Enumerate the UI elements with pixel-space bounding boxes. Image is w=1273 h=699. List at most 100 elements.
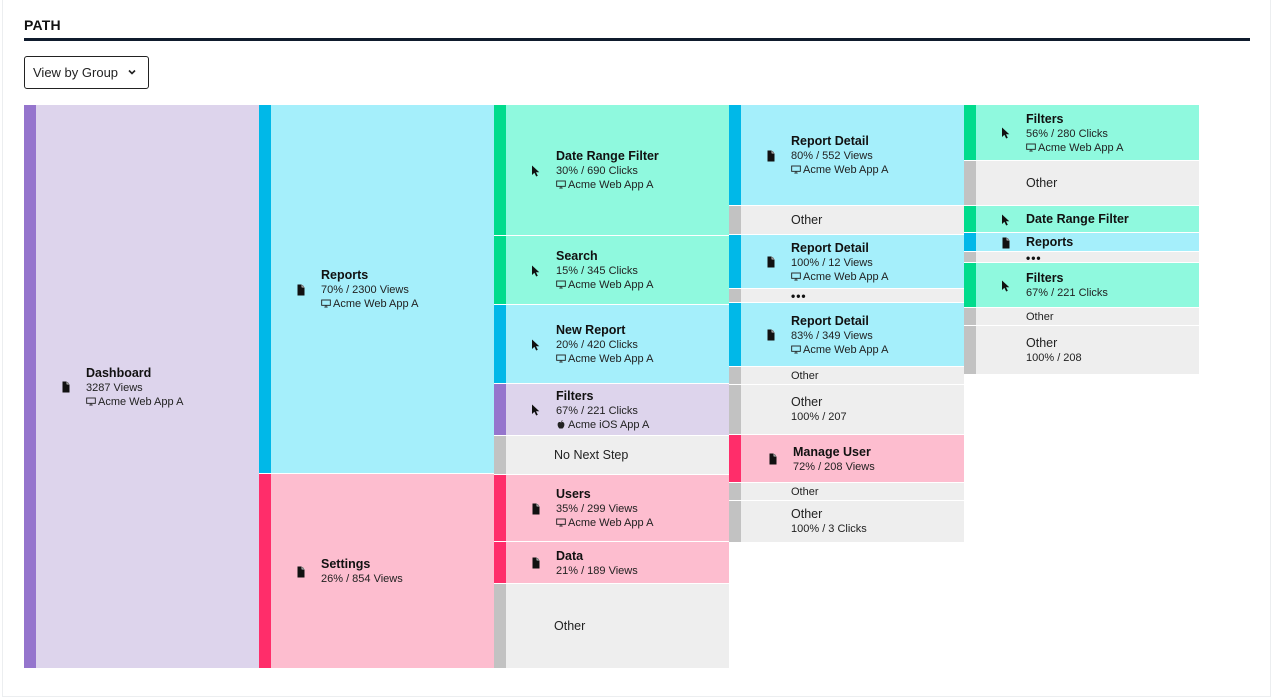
color-bar — [494, 542, 506, 583]
document-icon — [767, 452, 779, 465]
path-step-report-detail[interactable]: Report Detail 83% / 349 Views Acme Web App… — [729, 303, 964, 367]
node-stat: 67% / 221 Clicks — [556, 405, 638, 417]
node-app: Acme Web App A — [321, 297, 418, 311]
path-node-no-next-step[interactable]: No Next Step — [494, 436, 729, 475]
path-step-reports[interactable]: Reports 70% / 2300 Views Acme Web App A — [259, 105, 494, 474]
path-node-other[interactable]: Other — [964, 308, 1199, 326]
color-bar — [729, 206, 741, 234]
node-label: Other — [1026, 311, 1054, 323]
path-node-other[interactable]: Other — [729, 483, 964, 501]
node-stat: 70% / 2300 Views — [321, 284, 409, 296]
node-content: Users 35% / 299 Views Acme Web App A — [556, 487, 653, 530]
node-label: Settings — [321, 557, 371, 571]
path-node-other[interactable]: Other 100% / 3 Clicks — [729, 501, 964, 543]
app-name: Acme Web App A — [568, 179, 654, 191]
node-content: Date Range Filter — [1026, 212, 1129, 227]
node-content: Settings 26% / 854 Views — [321, 557, 403, 586]
color-bar — [964, 105, 976, 160]
node-label: Report Detail — [791, 241, 869, 255]
cursor-icon — [1002, 127, 1010, 139]
path-step-report-detail[interactable]: Report Detail 100% / 12 Views Acme Web App… — [729, 235, 964, 289]
cursor-icon — [530, 264, 542, 277]
cursor-icon — [1002, 214, 1010, 226]
path-node-other[interactable]: Other — [729, 367, 964, 385]
node-content: Reports — [1026, 235, 1073, 250]
path-node-more[interactable]: ••• — [729, 289, 964, 303]
cursor-icon — [1000, 279, 1012, 292]
cursor-icon — [1002, 280, 1010, 292]
more-indicator: ••• — [791, 289, 807, 303]
path-step-users[interactable]: Users 35% / 299 Views Acme Web App A — [494, 475, 729, 542]
color-bar — [494, 475, 506, 541]
node-stat: 20% / 420 Clicks — [556, 339, 638, 351]
node-app: Acme Web App A — [791, 270, 888, 284]
path-node-other[interactable]: Other — [494, 584, 729, 669]
path-step-data[interactable]: Data 21% / 189 Views — [494, 542, 729, 584]
color-bar — [729, 367, 741, 384]
path-node-other[interactable]: Other — [964, 161, 1199, 206]
node-content: Data 21% / 189 Views — [556, 549, 638, 578]
node-label: Dashboard — [86, 366, 152, 380]
node-stat: 56% / 280 Clicks — [1026, 128, 1108, 140]
cursor-icon — [1000, 213, 1012, 226]
app-name: Acme iOS App A — [568, 419, 650, 431]
path-step-dashboard[interactable]: Dashboard 3287 Views Acme Web App A — [24, 105, 259, 669]
path-step-manage-user[interactable]: Manage User 72% / 208 Views — [729, 435, 964, 483]
document-icon — [297, 284, 305, 296]
view-by-label: View by Group — [33, 65, 119, 80]
node-content: Other — [791, 213, 822, 227]
document-icon — [60, 380, 72, 393]
node-label: Other — [554, 619, 586, 633]
node-label: Filters — [1026, 112, 1064, 126]
color-bar — [964, 252, 976, 262]
color-bar — [964, 233, 976, 251]
document-icon — [767, 329, 775, 341]
node-label: Other — [1026, 336, 1058, 350]
path-step-settings[interactable]: Settings 26% / 854 Views — [259, 474, 494, 669]
document-icon — [1000, 236, 1012, 249]
node-body — [976, 326, 1199, 374]
node-label: Data — [556, 549, 584, 563]
node-content: Other — [554, 619, 585, 633]
document-icon — [1002, 237, 1010, 249]
path-node-more[interactable]: ••• — [964, 252, 1199, 263]
document-icon — [765, 255, 777, 268]
path-step-filters[interactable]: Filters 56% / 280 Clicks Acme Web App A — [964, 105, 1199, 161]
document-icon — [532, 557, 540, 569]
node-stat: 72% / 208 Views — [793, 461, 875, 473]
color-bar — [729, 105, 741, 205]
desktop-icon — [556, 180, 566, 189]
node-body — [741, 289, 964, 302]
node-content: Other 100% / 208 — [1026, 336, 1082, 364]
path-step-date-range-filter[interactable]: Date Range Filter 30% / 690 Clicks Acme We… — [494, 105, 729, 236]
node-body — [976, 252, 1199, 262]
path-node-other[interactable]: Other 100% / 207 — [729, 385, 964, 435]
node-label: Other — [791, 370, 819, 382]
app-name: Acme Web App A — [1038, 142, 1124, 154]
color-bar — [259, 105, 271, 473]
node-app: Acme Web App A — [791, 343, 888, 357]
node-stat: 100% / 207 — [791, 411, 847, 423]
cursor-icon — [1000, 126, 1012, 139]
color-bar — [729, 435, 741, 482]
node-label: Reports — [1026, 235, 1074, 249]
app-name: Acme Web App A — [803, 164, 889, 176]
node-content: Filters 67% / 221 Clicks Acme iOS App A — [556, 389, 649, 432]
desktop-icon — [556, 518, 566, 527]
path-step-new-report[interactable]: New Report 20% / 420 Clicks Acme Web App A — [494, 305, 729, 384]
node-label: Date Range Filter — [1026, 212, 1129, 226]
color-bar — [24, 105, 36, 668]
desktop-icon — [556, 354, 566, 363]
path-step-filters[interactable]: Filters 67% / 221 Clicks — [964, 263, 1199, 308]
path-step-reports[interactable]: Reports — [964, 233, 1199, 252]
path-step-report-detail[interactable]: Report Detail 80% / 552 Views Acme Web App… — [729, 105, 964, 206]
path-node-other[interactable]: Other — [729, 206, 964, 235]
path-node-other[interactable]: Other 100% / 208 — [964, 326, 1199, 375]
cursor-icon — [532, 404, 540, 416]
node-label: Users — [556, 487, 591, 501]
path-step-search[interactable]: Search 15% / 345 Clicks Acme Web App A — [494, 236, 729, 305]
node-app: Acme Web App A — [556, 278, 653, 292]
path-step-date-range-filter[interactable]: Date Range Filter — [964, 206, 1199, 233]
path-step-filters[interactable]: Filters 67% / 221 Clicks Acme iOS App A — [494, 384, 729, 436]
view-by-group-dropdown[interactable]: View by Group — [24, 56, 149, 89]
